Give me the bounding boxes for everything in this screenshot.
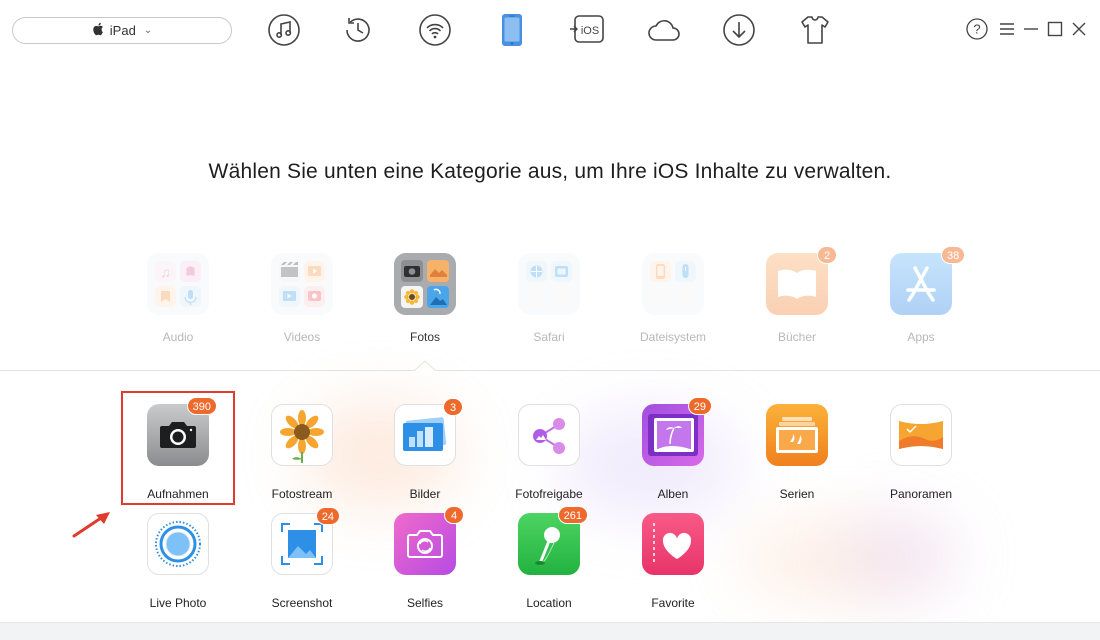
item-fotofreigabe[interactable]: Fotofreigabe: [494, 404, 604, 501]
apps-badge: 38: [941, 246, 966, 264]
category-videos[interactable]: Videos: [247, 253, 357, 344]
device-name: iPad: [109, 23, 136, 38]
selection-highlight: [121, 391, 235, 505]
item-screenshot[interactable]: 24 Screenshot: [247, 507, 357, 610]
minimize-icon[interactable]: [1020, 18, 1042, 40]
chevron-down-icon: ⌄: [143, 25, 153, 36]
item-fotostream[interactable]: Fotostream: [247, 404, 357, 501]
apple-icon: [92, 22, 104, 39]
close-icon[interactable]: [1068, 18, 1090, 40]
help-icon[interactable]: ?: [966, 18, 988, 40]
live-photo-icon: [147, 513, 209, 575]
images-icon: 3: [394, 398, 463, 466]
item-label: Favorite: [651, 596, 695, 610]
pointer-arrow-icon: [72, 512, 110, 538]
item-label: Serien: [779, 487, 815, 501]
selfie-icon: 4: [394, 506, 464, 575]
screenshot-icon: 24: [271, 507, 340, 575]
panorama-icon: [890, 404, 952, 466]
item-serien[interactable]: Serien: [742, 404, 852, 501]
sunflower-icon: [271, 404, 333, 466]
svg-text:♫: ♫: [160, 264, 171, 280]
alben-badge: 29: [687, 397, 712, 415]
item-label: Screenshot: [271, 596, 333, 610]
item-location[interactable]: 261 Location: [494, 506, 604, 610]
device-icon[interactable]: [494, 12, 530, 48]
device-selector[interactable]: iPad ⌄: [12, 17, 232, 44]
item-panoramen[interactable]: Panoramen: [866, 404, 976, 501]
books-icon: [766, 253, 828, 315]
share-icon: [518, 404, 580, 466]
wifi-icon[interactable]: [417, 12, 453, 48]
history-icon[interactable]: [340, 12, 376, 48]
item-live-photo[interactable]: Live Photo: [123, 513, 233, 610]
category-label: Dateisystem: [639, 330, 707, 344]
item-label: Bilder: [409, 487, 441, 501]
books-badge: 2: [817, 246, 837, 264]
albums-icon: 29: [642, 397, 712, 466]
item-label: Fotofreigabe: [515, 487, 583, 501]
ios-transfer-icon[interactable]: iOS: [569, 12, 605, 48]
svg-text:?: ?: [973, 22, 980, 37]
category-safari[interactable]: Safari: [494, 253, 604, 344]
item-bilder[interactable]: 3 Bilder: [370, 398, 480, 501]
music-icon[interactable]: [266, 12, 302, 48]
category-label: Safari: [533, 330, 565, 344]
location-icon: 261: [518, 506, 588, 575]
audio-icon: ♫: [147, 253, 209, 315]
selfies-badge: 4: [444, 506, 464, 524]
tshirt-icon[interactable]: [797, 12, 833, 48]
category-fotos[interactable]: Fotos: [370, 253, 480, 344]
category-label: Apps: [907, 330, 935, 344]
appstore-icon: [890, 253, 952, 315]
item-label: Fotostream: [271, 487, 333, 501]
bilder-badge: 3: [443, 398, 463, 416]
category-audio[interactable]: ♫ Audio: [123, 253, 233, 344]
app-window: iPad ⌄ iOS ? Wählen Sie unten eine Kateg…: [0, 0, 1100, 640]
item-label: Live Photo: [149, 596, 207, 610]
category-label: Videos: [283, 330, 321, 344]
category-label: Fotos: [409, 330, 440, 344]
maximize-icon[interactable]: [1044, 18, 1066, 40]
item-label: Selfies: [406, 596, 444, 610]
background-glow: [840, 510, 960, 600]
page-headline: Wählen Sie unten eine Kategorie aus, um …: [208, 160, 892, 183]
download-icon[interactable]: [721, 12, 757, 48]
category-dateisystem[interactable]: Dateisystem: [618, 253, 728, 344]
item-alben[interactable]: 29 Alben: [618, 397, 728, 501]
filesystem-icon: [642, 253, 704, 315]
status-strip: [0, 622, 1100, 640]
svg-text:iOS: iOS: [581, 25, 599, 37]
menu-icon[interactable]: [996, 18, 1018, 40]
screenshot-badge: 24: [315, 507, 340, 525]
category-buecher[interactable]: 2 Bücher: [742, 246, 852, 344]
bursts-icon: [766, 404, 828, 466]
item-label: Panoramen: [889, 487, 953, 501]
panel-pointer: [414, 360, 436, 372]
item-selfies[interactable]: 4 Selfies: [370, 506, 480, 610]
category-label: Bücher: [777, 330, 817, 344]
safari-icon: [518, 253, 580, 315]
category-label: Audio: [162, 330, 194, 344]
videos-icon: [271, 253, 333, 315]
item-label: Location: [526, 596, 572, 610]
item-label: Alben: [657, 487, 689, 501]
location-badge: 261: [557, 506, 588, 524]
heart-icon: [642, 513, 704, 575]
photos-icon: [394, 253, 456, 315]
category-apps[interactable]: 38 Apps: [866, 246, 976, 344]
item-favorite[interactable]: Favorite: [618, 513, 728, 610]
cloud-icon[interactable]: [646, 12, 682, 48]
